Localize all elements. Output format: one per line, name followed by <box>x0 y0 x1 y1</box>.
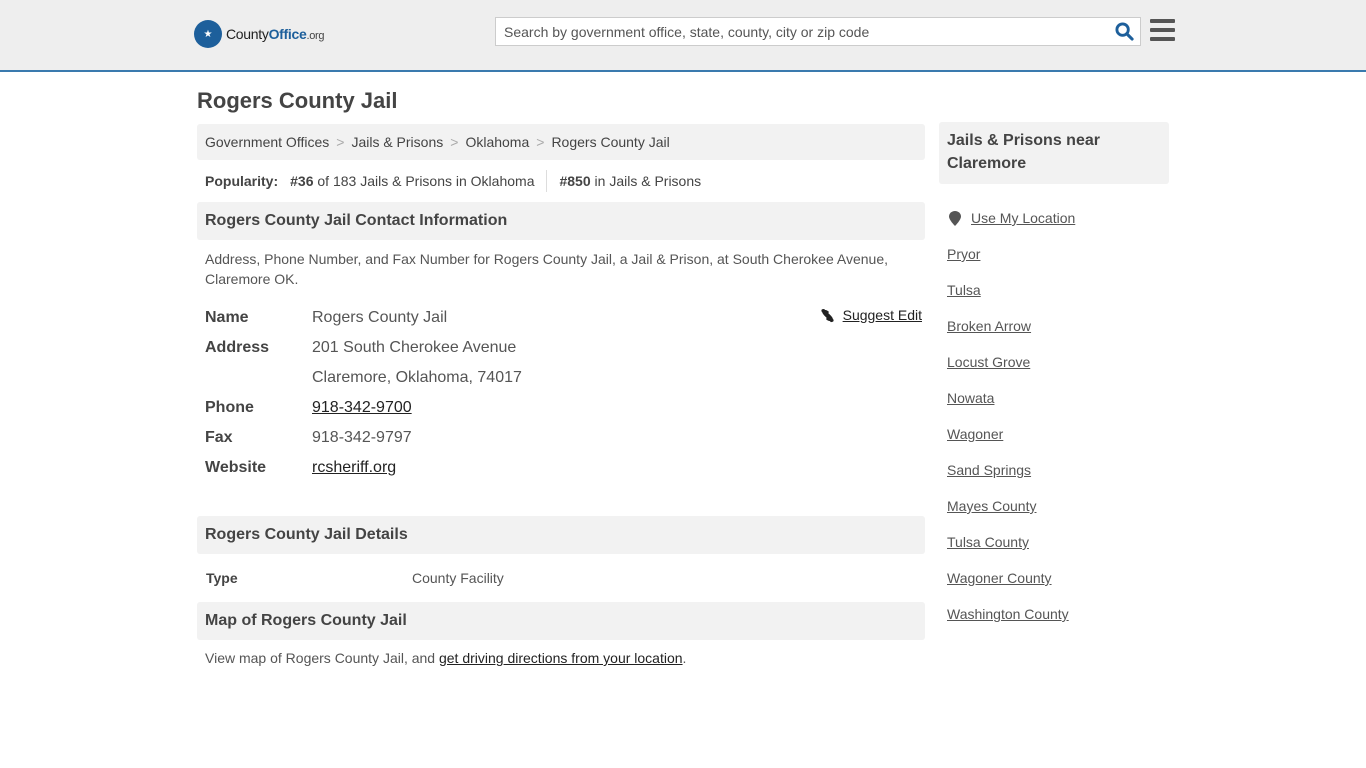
page-title: Rogers County Jail <box>197 88 398 113</box>
nearby-link[interactable]: Pryor <box>947 246 980 262</box>
menu-bar <box>1150 37 1175 41</box>
menu-bar <box>1150 19 1175 23</box>
divider <box>546 170 548 192</box>
map-pin-icon <box>949 210 961 226</box>
fax-value: 918-342-9797 <box>312 429 412 446</box>
name-label: Name <box>205 309 249 326</box>
state-rank-text: of 183 Jails & Prisons in Oklahoma <box>317 173 535 189</box>
address-label: Address <box>205 339 270 356</box>
details-heading: Rogers County Jail Details <box>197 516 925 554</box>
address-line2: Claremore, Oklahoma, 74017 <box>312 369 522 386</box>
suggest-edit[interactable]: Suggest Edit <box>820 307 922 323</box>
contact-heading: Rogers County Jail Contact Information <box>197 202 925 240</box>
contact-info: Suggest Edit Name Rogers County Jail Addr… <box>197 289 925 483</box>
site-logo[interactable]: ★ CountyOffice.org <box>194 20 325 48</box>
list-item: Pryor <box>939 236 1169 272</box>
list-item: Nowata <box>939 380 1169 416</box>
edit-link-icon <box>820 308 834 322</box>
address-row: Address 201 South Cherokee Avenue <box>205 333 917 363</box>
list-item: Mayes County <box>939 488 1169 524</box>
search-icon <box>1114 22 1134 41</box>
national-rank-text: in Jails & Prisons <box>594 173 702 189</box>
suggest-edit-link[interactable]: Suggest Edit <box>843 307 922 323</box>
name-value: Rogers County Jail <box>312 309 448 326</box>
nearby-link[interactable]: Sand Springs <box>947 462 1031 478</box>
popularity-label: Popularity: <box>205 173 279 189</box>
menu-bar <box>1150 28 1175 32</box>
address-row-2: Claremore, Oklahoma, 74017 <box>205 363 917 393</box>
breadcrumb-separator: > <box>450 134 459 150</box>
nearby-link[interactable]: Wagoner <box>947 426 1003 442</box>
nearby-link[interactable]: Tulsa County <box>947 534 1029 550</box>
nearby-sidebar: Jails & Prisons near Claremore Use My Lo… <box>939 122 1169 632</box>
nearby-link[interactable]: Tulsa <box>947 282 981 298</box>
fax-row: Fax 918-342-9797 <box>205 423 917 453</box>
list-item: Tulsa County <box>939 524 1169 560</box>
use-my-location-link[interactable]: Use My Location <box>971 210 1075 226</box>
nearby-link[interactable]: Broken Arrow <box>947 318 1031 334</box>
breadcrumb-separator: > <box>536 134 545 150</box>
phone-link[interactable]: 918-342-9700 <box>312 399 412 417</box>
breadcrumb-jails-prisons[interactable]: Jails & Prisons <box>351 134 443 150</box>
address-line1: 201 South Cherokee Avenue <box>312 339 517 356</box>
driving-directions-link[interactable]: get driving directions from your locatio… <box>439 650 683 666</box>
phone-label: Phone <box>205 399 254 416</box>
logo-text: CountyOffice.org <box>226 26 325 42</box>
nearby-link[interactable]: Washington County <box>947 606 1069 622</box>
list-item: Wagoner County <box>939 560 1169 596</box>
nearby-link[interactable]: Locust Grove <box>947 354 1030 370</box>
type-value: County Facility <box>412 570 504 586</box>
use-location-item: Use My Location <box>939 200 1169 236</box>
type-row: Type County Facility <box>197 554 925 602</box>
type-label: Type <box>206 570 238 586</box>
breadcrumb-current[interactable]: Rogers County Jail <box>551 134 669 150</box>
eagle-logo-icon: ★ <box>194 20 222 48</box>
phone-row: Phone 918-342-9700 <box>205 393 917 423</box>
website-label: Website <box>205 459 267 476</box>
search-button[interactable] <box>1108 18 1140 45</box>
search-input[interactable] <box>496 18 1108 45</box>
nearby-link[interactable]: Wagoner County <box>947 570 1052 586</box>
site-header: ★ CountyOffice.org <box>0 0 1366 72</box>
search-bar <box>495 17 1141 46</box>
hamburger-menu-button[interactable] <box>1150 19 1175 41</box>
nearby-list: Use My Location Pryor Tulsa Broken Arrow… <box>939 184 1169 632</box>
nearby-link[interactable]: Nowata <box>947 390 994 406</box>
breadcrumb-government-offices[interactable]: Government Offices <box>205 134 329 150</box>
main-content: Government Offices > Jails & Prisons > O… <box>197 124 925 676</box>
website-link[interactable]: rcsheriff.org <box>312 459 396 477</box>
list-item: Locust Grove <box>939 344 1169 380</box>
list-item: Broken Arrow <box>939 308 1169 344</box>
nearby-link[interactable]: Mayes County <box>947 498 1036 514</box>
list-item: Washington County <box>939 596 1169 632</box>
contact-description: Address, Phone Number, and Fax Number fo… <box>205 251 888 287</box>
fax-label: Fax <box>205 429 233 446</box>
state-rank: #36 <box>290 173 314 189</box>
name-row: Name Rogers County Jail <box>205 303 917 333</box>
national-rank: #850 <box>559 173 591 189</box>
breadcrumb-oklahoma[interactable]: Oklahoma <box>465 134 529 150</box>
breadcrumb: Government Offices > Jails & Prisons > O… <box>197 124 925 160</box>
popularity-bar: Popularity: #36 of 183 Jails & Prisons i… <box>197 160 925 202</box>
list-item: Tulsa <box>939 272 1169 308</box>
list-item: Sand Springs <box>939 452 1169 488</box>
website-row: Website rcsheriff.org <box>205 453 917 483</box>
list-item: Wagoner <box>939 416 1169 452</box>
map-description: View map of Rogers County Jail, and get … <box>205 650 687 666</box>
map-heading: Map of Rogers County Jail <box>197 602 925 640</box>
breadcrumb-separator: > <box>336 134 345 150</box>
sidebar-heading: Jails & Prisons near Claremore <box>939 122 1169 184</box>
